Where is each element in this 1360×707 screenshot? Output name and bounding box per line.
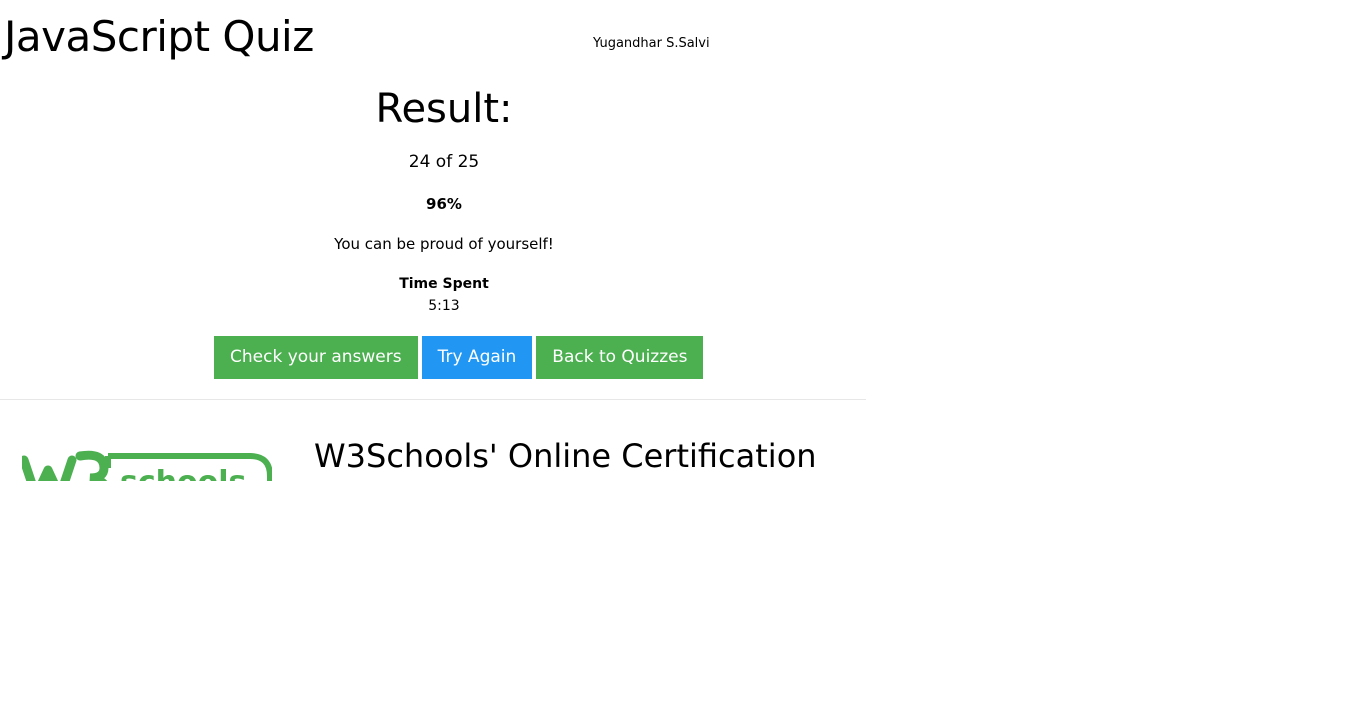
time-spent-value: 5:13 <box>428 298 460 314</box>
svg-text:schools: schools <box>120 465 246 481</box>
page-title: JavaScript Quiz <box>4 12 314 61</box>
check-answers-button[interactable]: Check your answers <box>214 336 418 379</box>
result-panel: Result: 24 of 25 96% You can be proud of… <box>0 84 888 315</box>
quiz-result-page: JavaScript Quiz Yugandhar S.Salvi Result… <box>0 0 1360 707</box>
user-name: Yugandhar S.Salvi <box>593 36 710 51</box>
percent-text: 96% <box>426 195 462 213</box>
time-spent-label: Time Spent <box>399 276 489 292</box>
result-heading: Result: <box>375 86 513 132</box>
score-text: 24 of 25 <box>408 152 480 172</box>
w3schools-logo-graphic: schools <box>19 450 273 481</box>
try-again-button[interactable]: Try Again <box>421 336 533 379</box>
w3schools-logo: w3schools schools <box>19 448 273 481</box>
back-to-quizzes-button[interactable]: Back to Quizzes <box>536 336 704 379</box>
certification-title: W3Schools' Online Certification <box>314 437 817 475</box>
result-message: You can be proud of yourself! <box>334 235 554 253</box>
certification-section: w3schools schools W3Schools' Online Cert… <box>0 400 866 481</box>
result-actions: Check your answers Try Again Back to Qui… <box>214 336 704 379</box>
